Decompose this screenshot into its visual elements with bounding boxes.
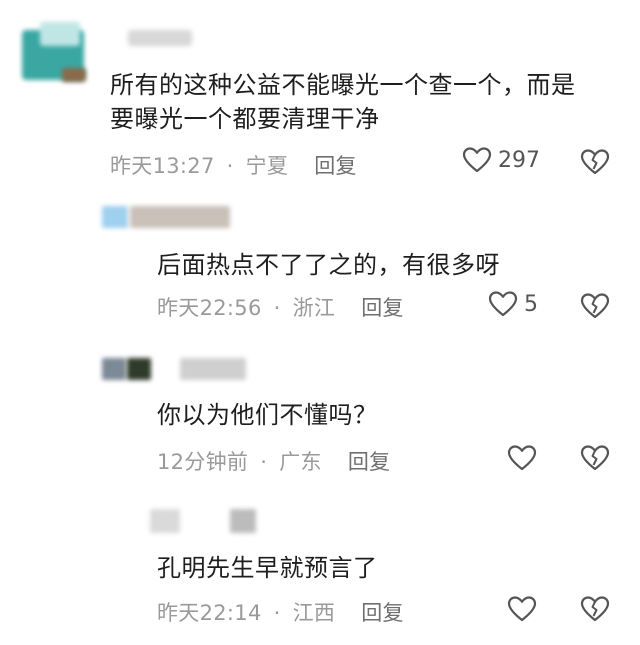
separator: · (260, 450, 268, 474)
comment-time: 昨天13:27 (110, 154, 215, 178)
broken-heart-icon[interactable] (580, 595, 610, 623)
like-button[interactable]: 5 (488, 290, 538, 318)
avatar[interactable] (102, 206, 128, 228)
comment-meta: 昨天22:56 · 浙江 回复 (157, 292, 404, 322)
username[interactable] (180, 358, 246, 380)
username[interactable] (128, 30, 192, 46)
avatar-overlay (40, 22, 80, 46)
comment-meta: 昨天13:27 · 宁夏 回复 (110, 150, 357, 180)
avatar[interactable] (102, 358, 126, 380)
comment-text: 孔明先生早就预言了 (157, 554, 378, 582)
comment-1: 所有的这种公益不能曝光一个查一个，而是 要曝光一个都要清理干净 昨天13:27 ·… (0, 0, 640, 190)
broken-heart-icon[interactable] (580, 444, 610, 472)
heart-outline-icon (488, 290, 518, 318)
like-count: 297 (498, 147, 540, 173)
comment-location: 广东 (279, 450, 322, 474)
comment-text-line1: 所有的这种公益不能曝光一个查一个，而是 (110, 71, 576, 99)
username[interactable] (230, 509, 256, 533)
username[interactable] (130, 206, 230, 228)
broken-heart-icon[interactable] (580, 292, 610, 320)
comment-text-line2: 要曝光一个都要清理干净 (110, 105, 380, 133)
avatar-detail (62, 68, 86, 82)
comment-time: 昨天22:14 (157, 601, 262, 625)
comment-location: 浙江 (292, 296, 336, 320)
reply-button[interactable]: 回复 (314, 154, 357, 178)
comment-time: 昨天22:56 (157, 296, 262, 320)
comment-text: 你以为他们不懂吗？ (157, 401, 378, 429)
heart-outline-icon[interactable] (507, 595, 537, 623)
reply-button[interactable]: 回复 (361, 296, 404, 320)
like-count: 5 (524, 291, 538, 317)
separator: · (226, 154, 234, 178)
reply-button[interactable]: 回复 (361, 601, 404, 625)
avatar-right (127, 358, 151, 380)
heart-outline-icon[interactable] (507, 444, 537, 472)
comment-location: 宁夏 (245, 154, 289, 178)
like-button[interactable]: 297 (462, 146, 540, 174)
broken-heart-icon[interactable] (580, 148, 610, 176)
separator: · (273, 296, 281, 320)
comment-time: 12分钟前 (157, 450, 249, 474)
comment-meta: 12分钟前 · 广东 回复 (157, 446, 390, 476)
comment-2: 后面热点不了了之的，有很多呀 昨天22:56 · 浙江 回复 5 (0, 190, 640, 330)
comment-4: 孔明先生早就预言了 昨天22:14 · 江西 回复 (0, 495, 640, 645)
separator: · (273, 601, 281, 625)
heart-outline-icon (462, 146, 492, 174)
comment-location: 江西 (292, 601, 336, 625)
comment-text: 后面热点不了了之的，有很多呀 (157, 251, 500, 279)
comment-3: 你以为他们不懂吗？ 12分钟前 · 广东 回复 (0, 340, 640, 490)
avatar[interactable] (150, 509, 180, 533)
reply-button[interactable]: 回复 (348, 450, 391, 474)
comment-meta: 昨天22:14 · 江西 回复 (157, 597, 404, 627)
